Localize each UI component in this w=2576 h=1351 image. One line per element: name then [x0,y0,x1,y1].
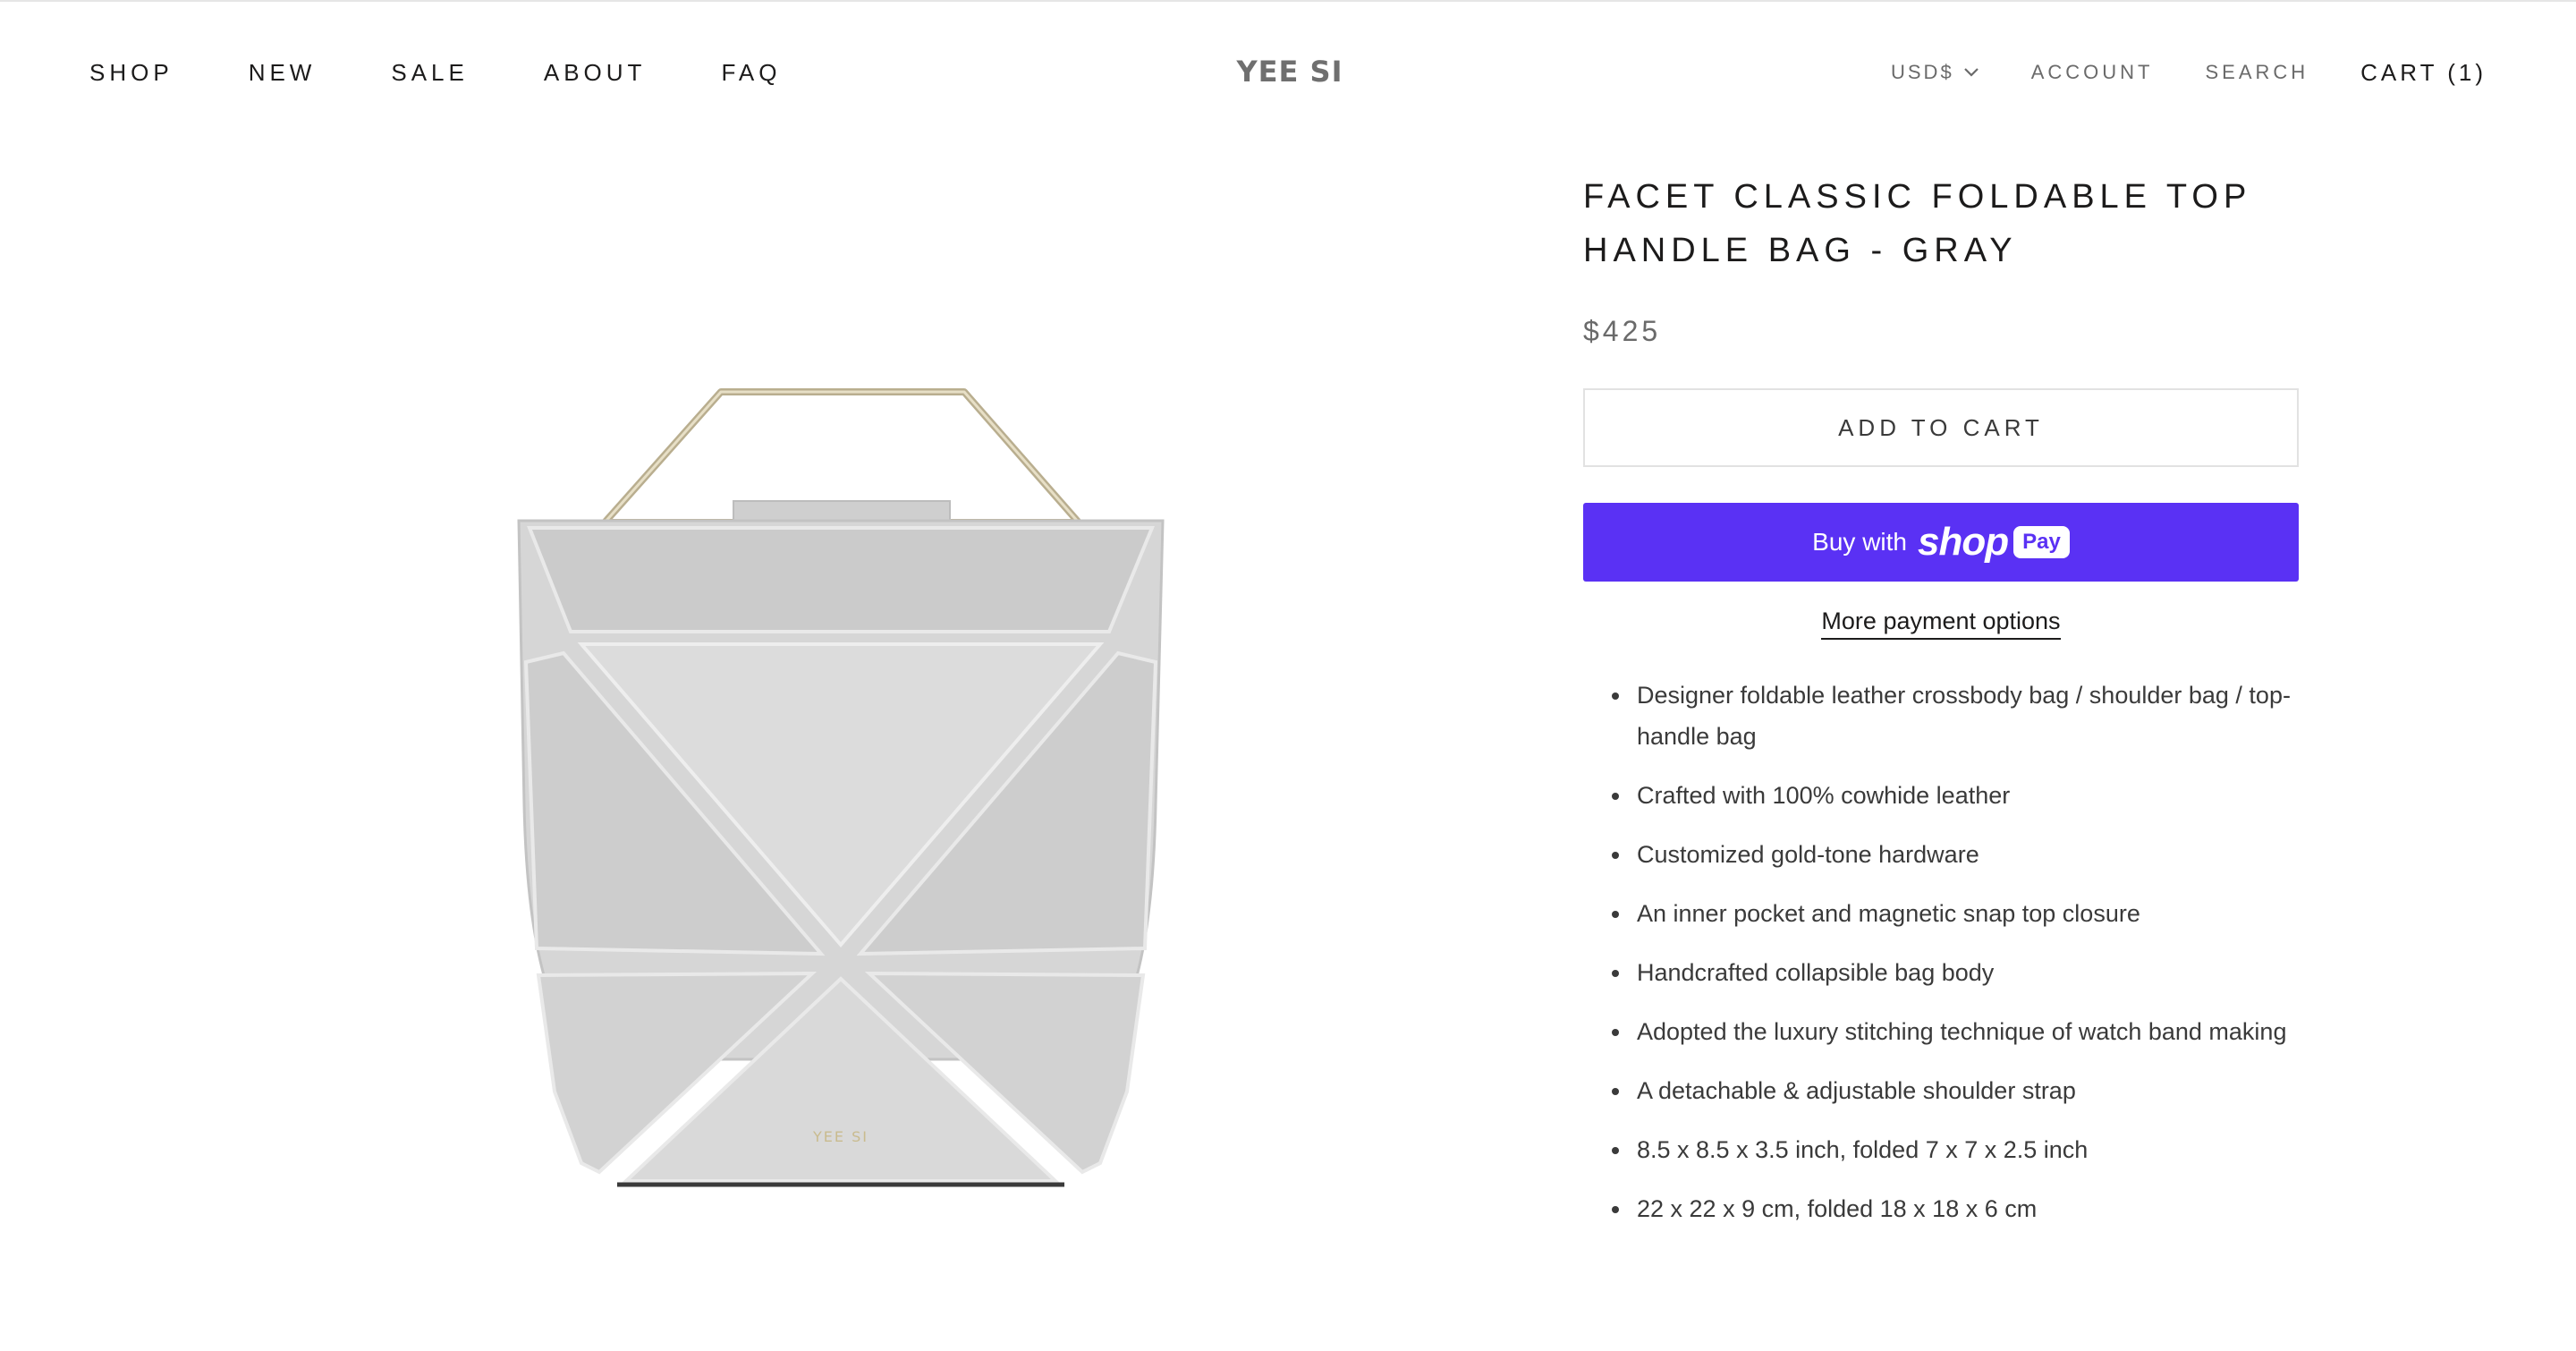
header-actions: USD$ ACCOUNT SEARCH CART (1) [1891,55,2487,89]
cart-link[interactable]: CART (1) [2360,55,2487,89]
list-item: 8.5 x 8.5 x 3.5 inch, folded 7 x 7 x 2.5… [1612,1129,2299,1170]
svg-text:YEE SI: YEE SI [812,1128,869,1145]
more-payment-options-link[interactable]: More payment options [1583,605,2299,640]
currency-selector[interactable]: USD$ [1891,55,1979,89]
account-link[interactable]: ACCOUNT [2031,55,2154,89]
currency-label: USD$ [1891,61,1954,83]
chevron-down-icon [1963,68,1979,77]
nav-sale[interactable]: SALE [391,55,469,89]
top-border [0,0,2576,2]
list-item: Crafted with 100% cowhide leather [1612,775,2299,816]
site-logo[interactable]: YEE SI [1227,52,1352,91]
product-info: FACET CLASSIC FOLDABLE TOP HANDLE BAG - … [1583,170,2299,1247]
list-item: An inner pocket and magnetic snap top cl… [1612,893,2299,934]
product-price: $425 [1583,315,1662,347]
list-item: Designer foldable leather crossbody bag … [1612,675,2299,757]
bag-illustration: YEE SI [517,388,1165,1187]
nav-shop[interactable]: SHOP [89,55,174,89]
feature-list: Designer foldable leather crossbody bag … [1583,675,2299,1229]
pay-badge: Pay [2013,526,2070,558]
nav-faq[interactable]: FAQ [721,55,781,89]
list-item: Handcrafted collapsible bag body [1612,952,2299,993]
nav-about[interactable]: ABOUT [544,55,647,89]
nav-new[interactable]: NEW [249,55,317,89]
shop-pay-logo: shop [1918,520,2009,564]
product-image[interactable]: YEE SI [483,358,1199,1217]
buy-with-label: Buy with [1812,528,1907,556]
list-item: A detachable & adjustable shoulder strap [1612,1070,2299,1111]
search-link[interactable]: SEARCH [2205,55,2309,89]
add-to-cart-button[interactable]: ADD TO CART [1583,388,2299,467]
product-title: FACET CLASSIC FOLDABLE TOP HANDLE BAG - … [1583,178,2251,269]
more-payment-label: More payment options [1821,608,2061,640]
main-nav: SHOP NEW SALE ABOUT FAQ [89,55,856,89]
list-item: Customized gold-tone hardware [1612,834,2299,875]
list-item: Adopted the luxury stitching technique o… [1612,1011,2299,1052]
buy-with-shop-pay-button[interactable]: Buy with shop Pay [1583,503,2299,582]
list-item: 22 x 22 x 9 cm, folded 18 x 18 x 6 cm [1612,1188,2299,1229]
